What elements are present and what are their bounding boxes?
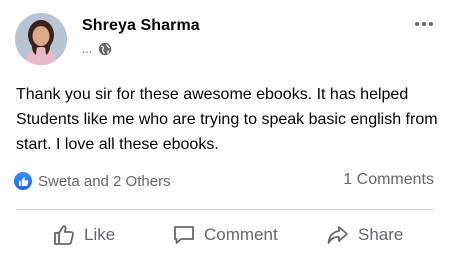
author-name[interactable]: Shreya Sharma xyxy=(82,17,200,35)
globe-icon[interactable] xyxy=(98,42,112,56)
share-button[interactable]: Share xyxy=(326,218,403,252)
reactions-text: Sweta and 2 Others xyxy=(38,172,171,190)
share-arrow-icon xyxy=(326,223,350,247)
comment-label: Comment xyxy=(204,225,278,244)
like-label: Like xyxy=(84,225,116,244)
avatar[interactable] xyxy=(15,13,67,65)
post-message: Thank you sir for these awesome ebooks. … xyxy=(16,86,438,153)
more-options-icon xyxy=(415,22,419,26)
thumbs-up-icon xyxy=(14,172,32,190)
comments-count[interactable]: 1 Comments xyxy=(343,171,434,189)
speech-bubble-icon xyxy=(172,223,196,247)
reactions-summary[interactable]: Sweta and 2 Others xyxy=(14,172,171,190)
like-button[interactable]: Like xyxy=(52,218,115,252)
more-options-dot xyxy=(422,22,426,26)
facebook-post-card: Shreya Sharma ... Thank you sir for thes… xyxy=(0,0,450,258)
divider xyxy=(16,209,434,210)
profile-photo xyxy=(15,13,67,65)
post-meta: ... xyxy=(82,42,112,56)
comment-button[interactable]: Comment xyxy=(172,218,278,252)
post-actions-bar: Like Comment Share xyxy=(0,218,450,252)
more-options-dot xyxy=(429,22,433,26)
share-label: Share xyxy=(358,225,404,244)
more-options-button[interactable] xyxy=(410,14,438,34)
post-timestamp[interactable]: ... xyxy=(82,42,92,56)
thumbs-up-outline-icon xyxy=(52,223,76,247)
